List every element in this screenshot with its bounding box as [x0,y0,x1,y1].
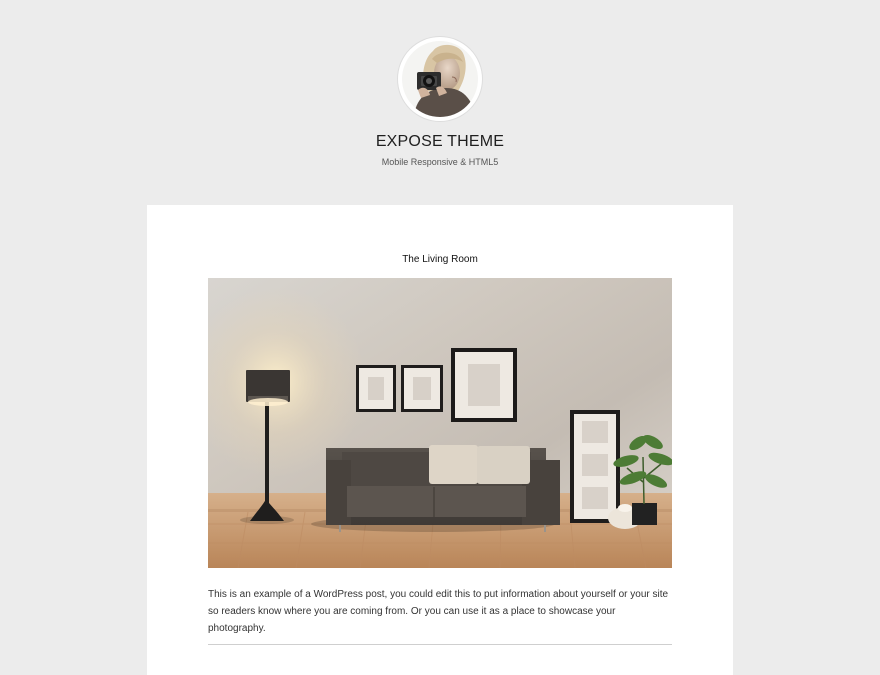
post-title[interactable]: The Living Room [147,254,733,265]
post-excerpt: This is an example of a WordPress post, … [208,589,669,634]
living-room-photo[interactable] [208,278,672,568]
site-title[interactable]: EXPOSE THEME [0,133,880,151]
site-tagline: Mobile Responsive & HTML5 [381,157,499,167]
avatar[interactable] [398,37,482,121]
living-room-photo-illustration [208,278,672,568]
photographer-avatar-icon [402,41,478,117]
site-header: EXPOSE THEME Mobile Responsive & HTML5 [0,0,880,205]
post-card: The Living Room This is an example of a … [147,205,733,675]
post-divider [208,644,672,645]
